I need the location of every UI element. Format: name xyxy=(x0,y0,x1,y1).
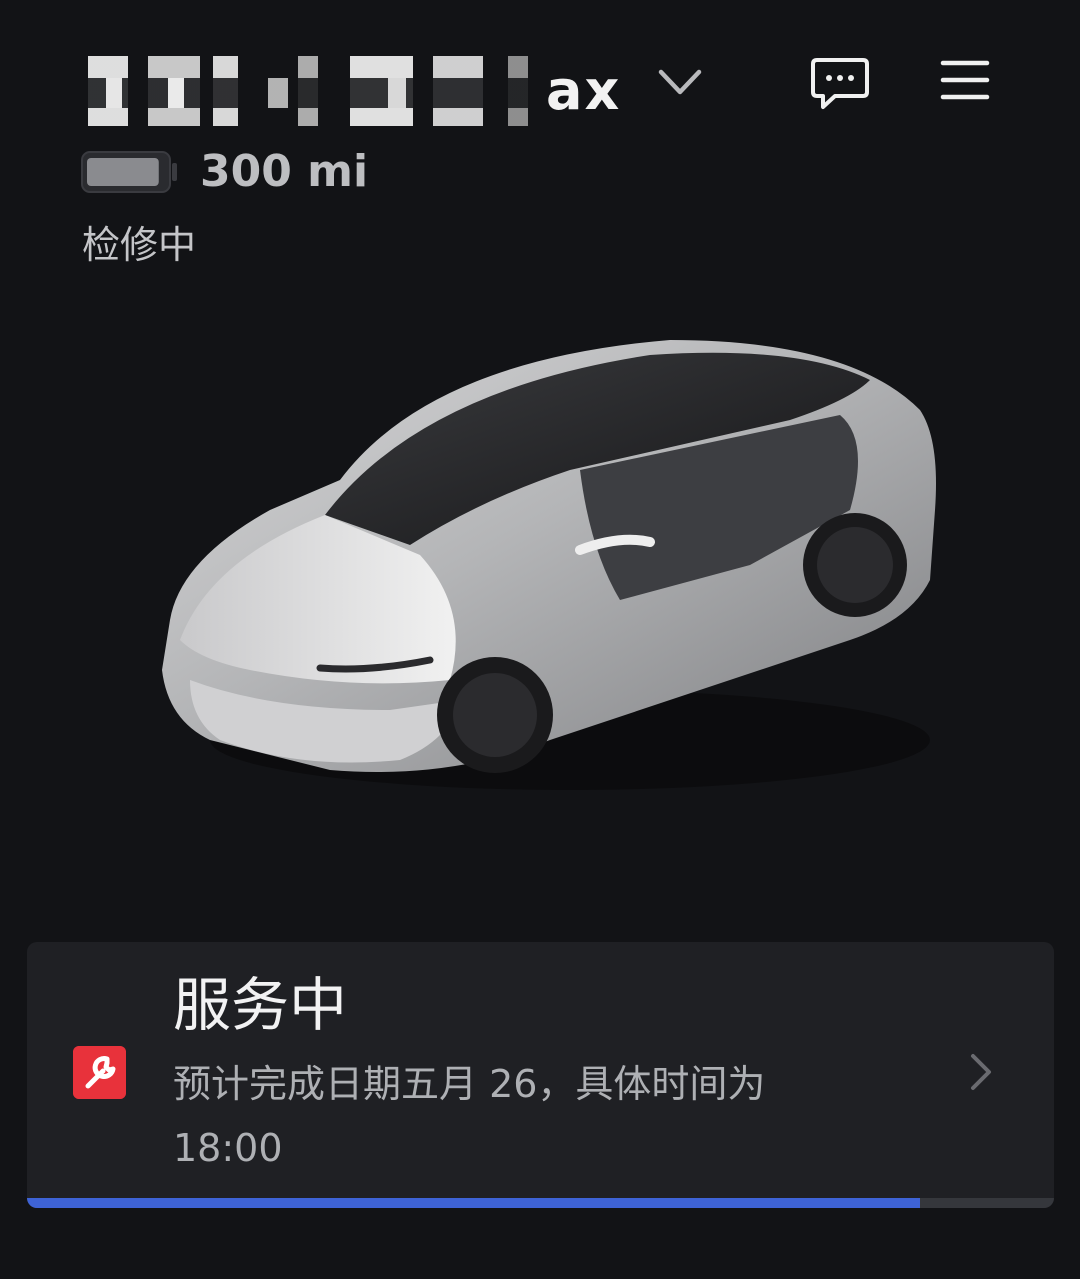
chat-bubble-icon[interactable] xyxy=(809,56,871,112)
service-card[interactable]: 服务中 预计完成日期五月 26，具体时间为 18:00 xyxy=(27,942,1054,1208)
app-header: ax 300 mi 检修中 xyxy=(0,0,1080,300)
vehicle-status: 检修中 xyxy=(82,223,197,267)
service-progress-bar xyxy=(27,1198,1054,1208)
service-card-title: 服务中 xyxy=(173,971,348,1039)
car-image[interactable] xyxy=(150,320,950,800)
redacted-name-mosaic xyxy=(88,78,568,108)
range-value: 300 mi xyxy=(200,146,369,197)
hamburger-menu-icon[interactable] xyxy=(940,58,990,102)
vehicle-name-text: ax xyxy=(546,59,622,122)
chevron-right-icon[interactable] xyxy=(965,1052,997,1092)
vehicle-name-selector[interactable]: ax xyxy=(88,56,633,126)
service-card-description: 预计完成日期五月 26，具体时间为 18:00 xyxy=(173,1062,766,1170)
service-progress-fill xyxy=(27,1198,921,1208)
wrench-icon xyxy=(73,1046,126,1099)
chevron-down-icon[interactable] xyxy=(657,62,703,102)
battery-icon xyxy=(81,151,177,193)
